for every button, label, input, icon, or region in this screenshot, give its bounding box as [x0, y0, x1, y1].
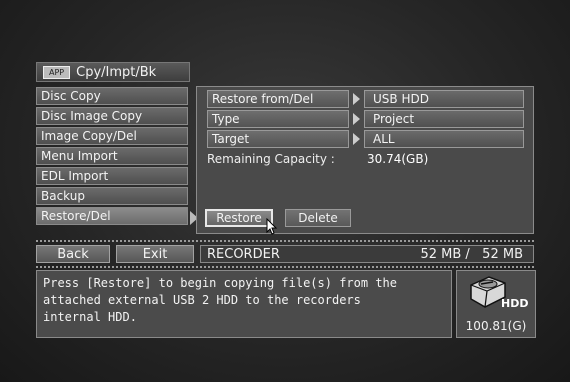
left-menu: Disc Copy Disc Image Copy Image Copy/Del… [36, 87, 188, 227]
remaining-capacity-label: Remaining Capacity : [207, 152, 335, 166]
page-title: APP Cpy/Impt/Bk [36, 62, 190, 82]
hdd-label: HDD [501, 297, 529, 310]
settings-panel: Restore from/Del USB HDD Type Project Ta… [196, 86, 534, 234]
menu-item-image-copy-del[interactable]: Image Copy/Del [36, 127, 188, 145]
app-badge: APP [43, 65, 71, 79]
bottom-bar: Back Exit RECORDER 52 MB / 52 MB [36, 244, 534, 264]
remaining-capacity-value: 30.74(GB) [367, 152, 429, 166]
menu-item-restore-del[interactable]: Restore/Del [36, 207, 188, 225]
target-row: Target ALL [207, 130, 524, 148]
message-line: internal HDD. [43, 310, 137, 324]
message-line: attached external USB 2 HDD to the recor… [43, 293, 361, 307]
status-device: RECORDER [207, 246, 280, 262]
type-label: Type [207, 110, 349, 128]
remaining-capacity-row: Remaining Capacity : 30.74(GB) [207, 150, 428, 168]
menu-item-backup[interactable]: Backup [36, 187, 188, 205]
menu-item-menu-import[interactable]: Menu Import [36, 147, 188, 165]
status-field: RECORDER 52 MB / 52 MB [200, 245, 534, 263]
restore-from-row: Restore from/Del USB HDD [207, 90, 524, 108]
menu-item-disc-copy[interactable]: Disc Copy [36, 87, 188, 105]
arrow-right-icon [353, 113, 360, 125]
pointer-cursor-icon [266, 218, 278, 235]
divider [36, 240, 534, 242]
status-size: 52 MB / 52 MB [420, 246, 523, 262]
type-select[interactable]: Project [364, 110, 524, 128]
hdd-capacity: 100.81(G) [465, 319, 527, 333]
target-label: Target [207, 130, 349, 148]
recorder-screen: APP Cpy/Impt/Bk Disc Copy Disc Image Cop… [0, 0, 570, 382]
arrow-right-icon [353, 93, 360, 105]
restore-from-label: Restore from/Del [207, 90, 349, 108]
exit-button[interactable]: Exit [116, 245, 194, 263]
title-text: Cpy/Impt/Bk [76, 64, 157, 80]
message-line: Press [Restore] to begin copying file(s)… [43, 276, 398, 290]
restore-button[interactable]: Restore [205, 209, 273, 227]
menu-item-disc-image-copy[interactable]: Disc Image Copy [36, 107, 188, 125]
arrow-right-icon [353, 133, 360, 145]
type-row: Type Project [207, 110, 524, 128]
target-select[interactable]: ALL [364, 130, 524, 148]
restore-from-select[interactable]: USB HDD [364, 90, 524, 108]
remaining-capacity-label-text: Remaining Capacity [207, 152, 327, 166]
menu-item-edl-import[interactable]: EDL Import [36, 167, 188, 185]
delete-button[interactable]: Delete [285, 209, 351, 227]
back-button[interactable]: Back [36, 245, 110, 263]
divider [36, 266, 534, 268]
help-message: Press [Restore] to begin copying file(s)… [36, 270, 452, 338]
hdd-status: HDD 100.81(G) [456, 270, 536, 338]
